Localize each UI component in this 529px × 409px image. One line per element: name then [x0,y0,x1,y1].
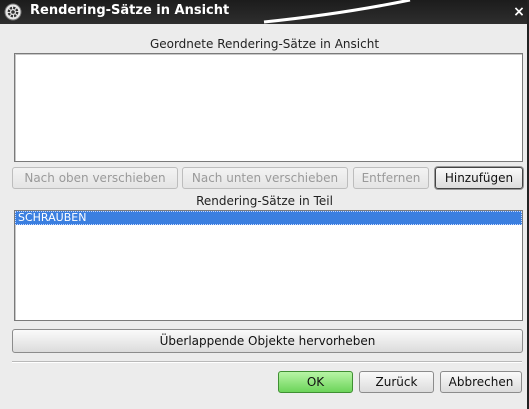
back-button[interactable]: Zurück [359,371,434,393]
remove-button[interactable]: Entfernen [353,167,429,189]
rendering-sets-dialog: Rendering-Sätze in Ansicht × Geordnete R… [0,0,529,409]
window-title: Rendering-Sätze in Ansicht [30,3,230,18]
move-up-button[interactable]: Nach oben verschieben [12,167,178,189]
highlight-overlapping-button[interactable]: Überlappende Objekte hervorheben [12,329,523,353]
title-bar[interactable]: Rendering-Sätze in Ansicht × [0,0,527,24]
part-sets-heading: Rendering-Sätze in Teil [196,194,333,208]
ordered-sets-heading: Geordnete Rendering-Sätze in Ansicht [149,37,380,51]
gear-icon [4,3,22,21]
footer-separator [12,361,522,363]
decorative-swoosh [263,0,411,24]
part-sets-list[interactable]: SCHRAUBEN [14,210,523,321]
cancel-button[interactable]: Abbrechen [440,371,522,393]
close-button[interactable]: × [510,2,527,22]
ok-button[interactable]: OK [278,371,353,393]
list-item-schrauben[interactable]: SCHRAUBEN [15,211,522,225]
ordered-sets-list[interactable] [14,53,523,162]
add-button[interactable]: Hinzufügen [435,167,523,189]
move-down-button[interactable]: Nach unten verschieben [182,167,348,189]
